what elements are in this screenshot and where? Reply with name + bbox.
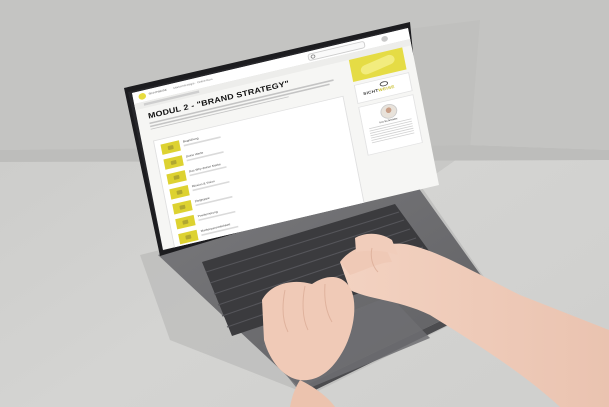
lesson-thumbnail [166,170,187,185]
lesson-thumbnail [172,199,193,215]
search-icon [310,54,316,60]
site-logo-icon[interactable] [137,92,147,101]
instructor-card: Ina Schneider [358,94,423,156]
user-avatar[interactable] [380,35,389,43]
photo-scene: SICHTWEISE Markenstrategie · Online-Kurs… [0,0,609,407]
lesson-thumbnail [178,229,199,245]
lesson-thumbnail [163,155,184,170]
brand-logo-main: SICHT [362,88,379,97]
lesson-thumbnail [169,185,190,200]
brand-logo: SICHTWEISE [363,85,395,97]
lesson-thumbnail [160,140,181,155]
site-brand[interactable]: SICHTWEISE [148,88,167,95]
lesson-thumbnail [175,214,196,230]
